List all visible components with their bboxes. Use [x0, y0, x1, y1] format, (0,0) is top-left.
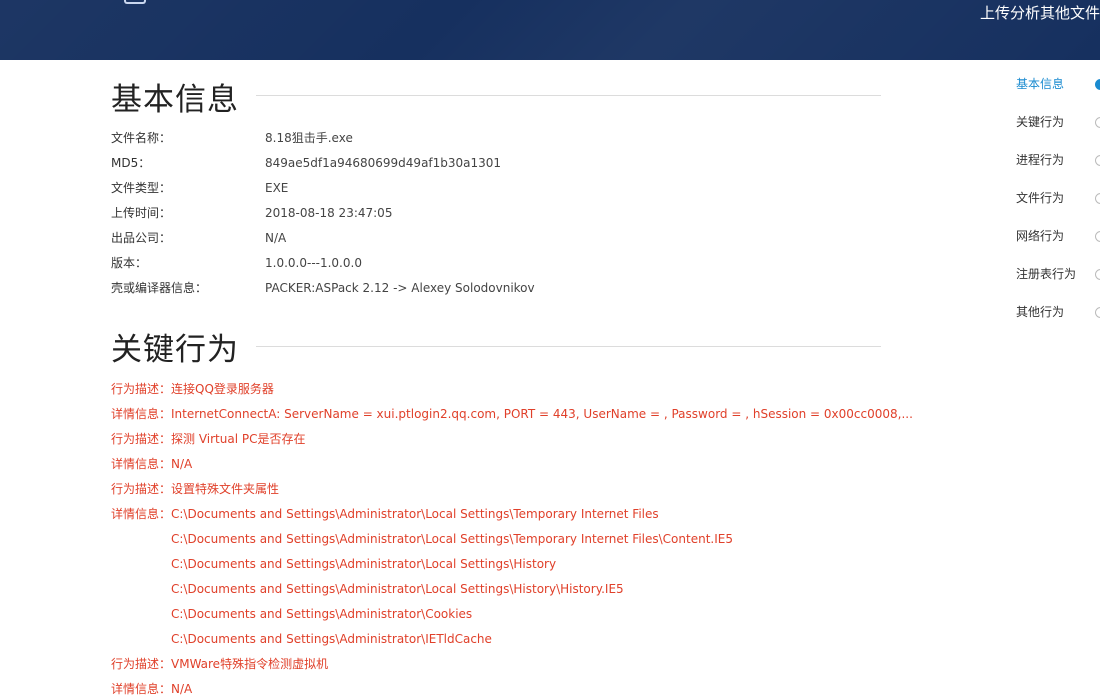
behavior-description: 行为描述：设置特殊文件夹属性	[111, 482, 280, 496]
info-value: 8.18狙击手.exe	[265, 131, 353, 145]
info-label: 上传时间：	[111, 206, 172, 220]
nav-item-label: 网络行为	[1016, 229, 1065, 243]
basic-info-divider	[256, 95, 881, 96]
nav-item-key-behavior[interactable]: 关键行为	[1016, 112, 1100, 132]
nav-dot-icon	[1095, 117, 1100, 128]
nav-dot-icon	[1095, 307, 1100, 318]
key-behavior-title: 关键行为	[111, 332, 239, 368]
basic-info-title: 基本信息	[111, 82, 239, 118]
nav-dot-icon	[1095, 79, 1100, 90]
nav-dot-icon	[1095, 269, 1100, 280]
behavior-description: 行为描述：连接QQ登录服务器	[111, 382, 274, 396]
behavior-detail: 详情信息：C:\Documents and Settings\Administr…	[111, 507, 659, 521]
info-value: PACKER:ASPack 2.12 -> Alexey Solodovniko…	[265, 281, 535, 295]
behavior-detail: 详情信息：N/A	[111, 457, 193, 471]
info-label: 壳或编译器信息：	[111, 281, 208, 295]
upload-other-file-link[interactable]: 上传分析其他文件	[980, 2, 1100, 23]
info-value: 849ae5df1a94680699d49af1b30a1301	[265, 156, 502, 170]
behavior-detail-path: C:\Documents and Settings\Administrator\…	[171, 632, 492, 646]
info-label: 出品公司：	[111, 231, 172, 245]
behavior-description: 行为描述：VMWare特殊指令检测虚拟机	[111, 657, 329, 671]
info-value: EXE	[265, 181, 289, 195]
logo-icon	[124, 0, 146, 4]
nav-item-label: 文件行为	[1016, 191, 1065, 205]
nav-item-basic-info[interactable]: 基本信息	[1016, 74, 1100, 94]
info-value: 2018-08-18 23:47:05	[265, 206, 393, 220]
info-value: 1.0.0.0---1.0.0.0	[265, 256, 362, 270]
nav-item-label: 注册表行为	[1016, 267, 1077, 281]
top-header: 上传分析其他文件	[0, 0, 1100, 60]
info-value: N/A	[265, 231, 287, 245]
nav-dot-icon	[1095, 193, 1100, 204]
key-behavior-divider	[256, 346, 881, 347]
nav-dot-icon	[1095, 231, 1100, 242]
behavior-detail: 详情信息：InternetConnectA: ServerName = xui.…	[111, 407, 913, 421]
nav-item-network-behavior[interactable]: 网络行为	[1016, 226, 1100, 246]
behavior-detail-path: C:\Documents and Settings\Administrator\…	[171, 532, 733, 546]
nav-item-file-behavior[interactable]: 文件行为	[1016, 188, 1100, 208]
info-label: 文件类型：	[111, 181, 172, 195]
info-label: 版本：	[111, 256, 148, 270]
behavior-detail-path: C:\Documents and Settings\Administrator\…	[171, 582, 624, 596]
behavior-detail: 详情信息：N/A	[111, 682, 193, 696]
nav-item-label: 其他行为	[1016, 305, 1065, 319]
nav-item-label: 进程行为	[1016, 153, 1065, 167]
nav-item-label: 关键行为	[1016, 115, 1065, 129]
nav-dot-icon	[1095, 155, 1100, 166]
nav-item-process-behavior[interactable]: 进程行为	[1016, 150, 1100, 170]
info-label: MD5：	[111, 156, 151, 170]
info-label: 文件名称：	[111, 131, 172, 145]
behavior-description: 行为描述：探测 Virtual PC是否存在	[111, 432, 306, 446]
behavior-detail-path: C:\Documents and Settings\Administrator\…	[171, 557, 557, 571]
nav-item-other-behavior[interactable]: 其他行为	[1016, 302, 1100, 322]
nav-item-label: 基本信息	[1016, 77, 1065, 91]
behavior-detail-path: C:\Documents and Settings\Administrator\…	[171, 607, 473, 621]
nav-item-registry-behavior[interactable]: 注册表行为	[1016, 264, 1100, 284]
